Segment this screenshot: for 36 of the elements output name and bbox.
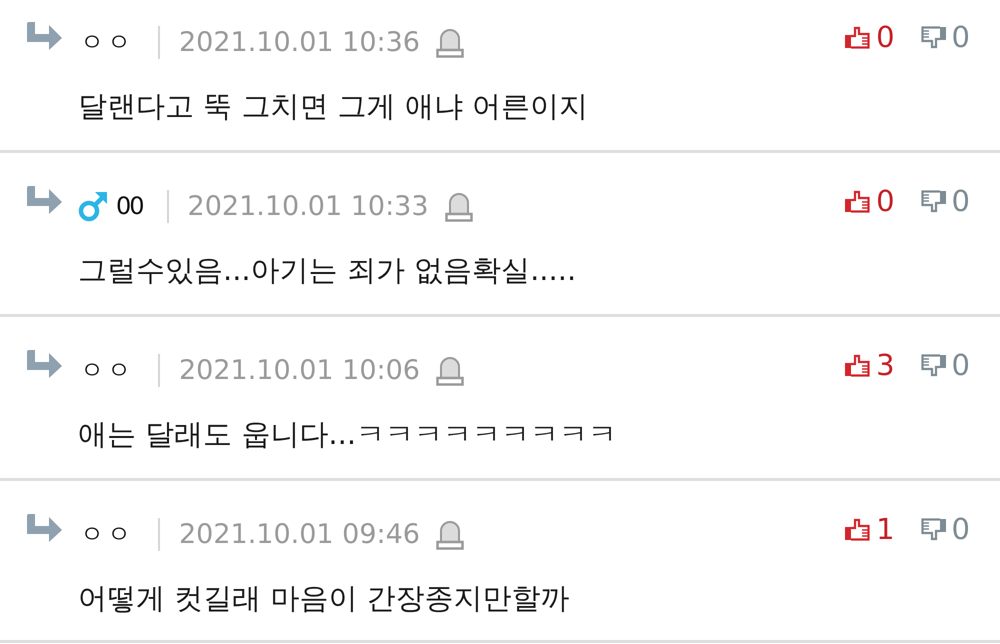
thumbs-up-icon: [845, 518, 870, 540]
author-name: 00: [116, 192, 143, 220]
thumbs-up-icon: [845, 354, 870, 376]
like-button[interactable]: 0: [845, 20, 895, 54]
author-name: ㅇㅇ: [80, 519, 134, 550]
dislike-button[interactable]: 0: [920, 348, 970, 382]
reply-arrow-icon: [27, 186, 63, 214]
comment-date: 2021.10.01 10:33: [188, 190, 429, 222]
siren-icon[interactable]: [436, 518, 464, 550]
comment-date: 2021.10.01 10:06: [179, 354, 420, 386]
thumbs-down-icon: [920, 518, 946, 540]
like-button[interactable]: 1: [845, 512, 895, 546]
dislike-button[interactable]: 0: [920, 184, 970, 218]
comment-text: 애는 달래도 웁니다...ㅋㅋㅋㅋㅋㅋㅋㅋㅋ: [78, 416, 618, 453]
thumbs-down-icon: [920, 354, 946, 376]
thumbs-down-icon: [920, 26, 946, 48]
comment-text: 달랜다고 뚝 그치면 그게 애냐 어른이지: [78, 88, 590, 125]
dislike-button[interactable]: 0: [920, 20, 970, 54]
dislike-button[interactable]: 0: [920, 512, 970, 546]
siren-icon[interactable]: [436, 354, 464, 386]
reply-arrow-icon: [27, 350, 63, 378]
thumbs-up-icon: [845, 26, 870, 48]
thumbs-up-icon: [845, 190, 870, 212]
comment-text: 그럴수있음...아기는 죄가 없음확실.....: [78, 252, 578, 289]
reply-arrow-icon: [27, 514, 63, 542]
siren-icon[interactable]: [436, 26, 464, 58]
thumbs-down-icon: [920, 190, 946, 212]
author-name: ㅇㅇ: [80, 27, 134, 58]
like-button[interactable]: 3: [845, 348, 895, 382]
reply-arrow-icon: [27, 22, 63, 50]
siren-icon[interactable]: [444, 190, 473, 222]
author-name: ㅇㅇ: [80, 355, 134, 386]
comment-date: 2021.10.01 09:46: [179, 518, 420, 550]
comment-text: 어떻게 컷길래 마음이 간장종지만할까: [78, 580, 571, 617]
like-button[interactable]: 0: [845, 184, 895, 218]
comment-date: 2021.10.01 10:36: [179, 26, 420, 58]
